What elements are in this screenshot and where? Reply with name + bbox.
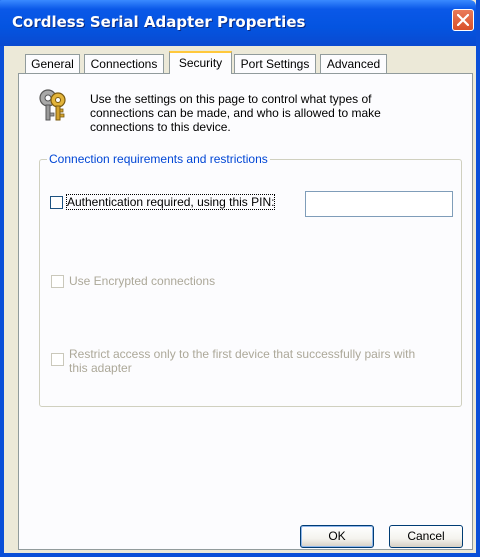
keys-icon: [39, 89, 66, 121]
restrict-access-checkbox[interactable]: [51, 353, 64, 366]
window-title: Cordless Serial Adapter Properties: [12, 13, 306, 31]
security-description: Use the settings on this page to control…: [90, 92, 381, 134]
close-button[interactable]: [452, 9, 474, 31]
tab-connections[interactable]: Connections: [84, 54, 164, 73]
auth-required-checkbox[interactable]: [50, 196, 63, 209]
tab-port-settings[interactable]: Port Settings: [234, 54, 316, 73]
title-bar[interactable]: Cordless Serial Adapter Properties: [0, 0, 476, 46]
encrypted-connections-checkbox[interactable]: [51, 275, 64, 288]
pin-input[interactable]: [305, 191, 453, 217]
encrypted-connections-label[interactable]: Use Encrypted connections: [69, 274, 215, 288]
cancel-button[interactable]: Cancel: [389, 525, 463, 548]
tab-general[interactable]: General: [25, 54, 80, 73]
auth-required-label[interactable]: Authentication required, using this PIN:: [65, 194, 276, 210]
tab-security[interactable]: Security: [169, 51, 232, 74]
restrict-access-label[interactable]: Restrict access only to the first device…: [69, 347, 429, 375]
close-icon: [457, 14, 469, 26]
ok-button[interactable]: OK: [300, 525, 374, 548]
tab-advanced[interactable]: Advanced: [320, 54, 387, 73]
group-title: Connection requirements and restrictions: [47, 152, 270, 166]
